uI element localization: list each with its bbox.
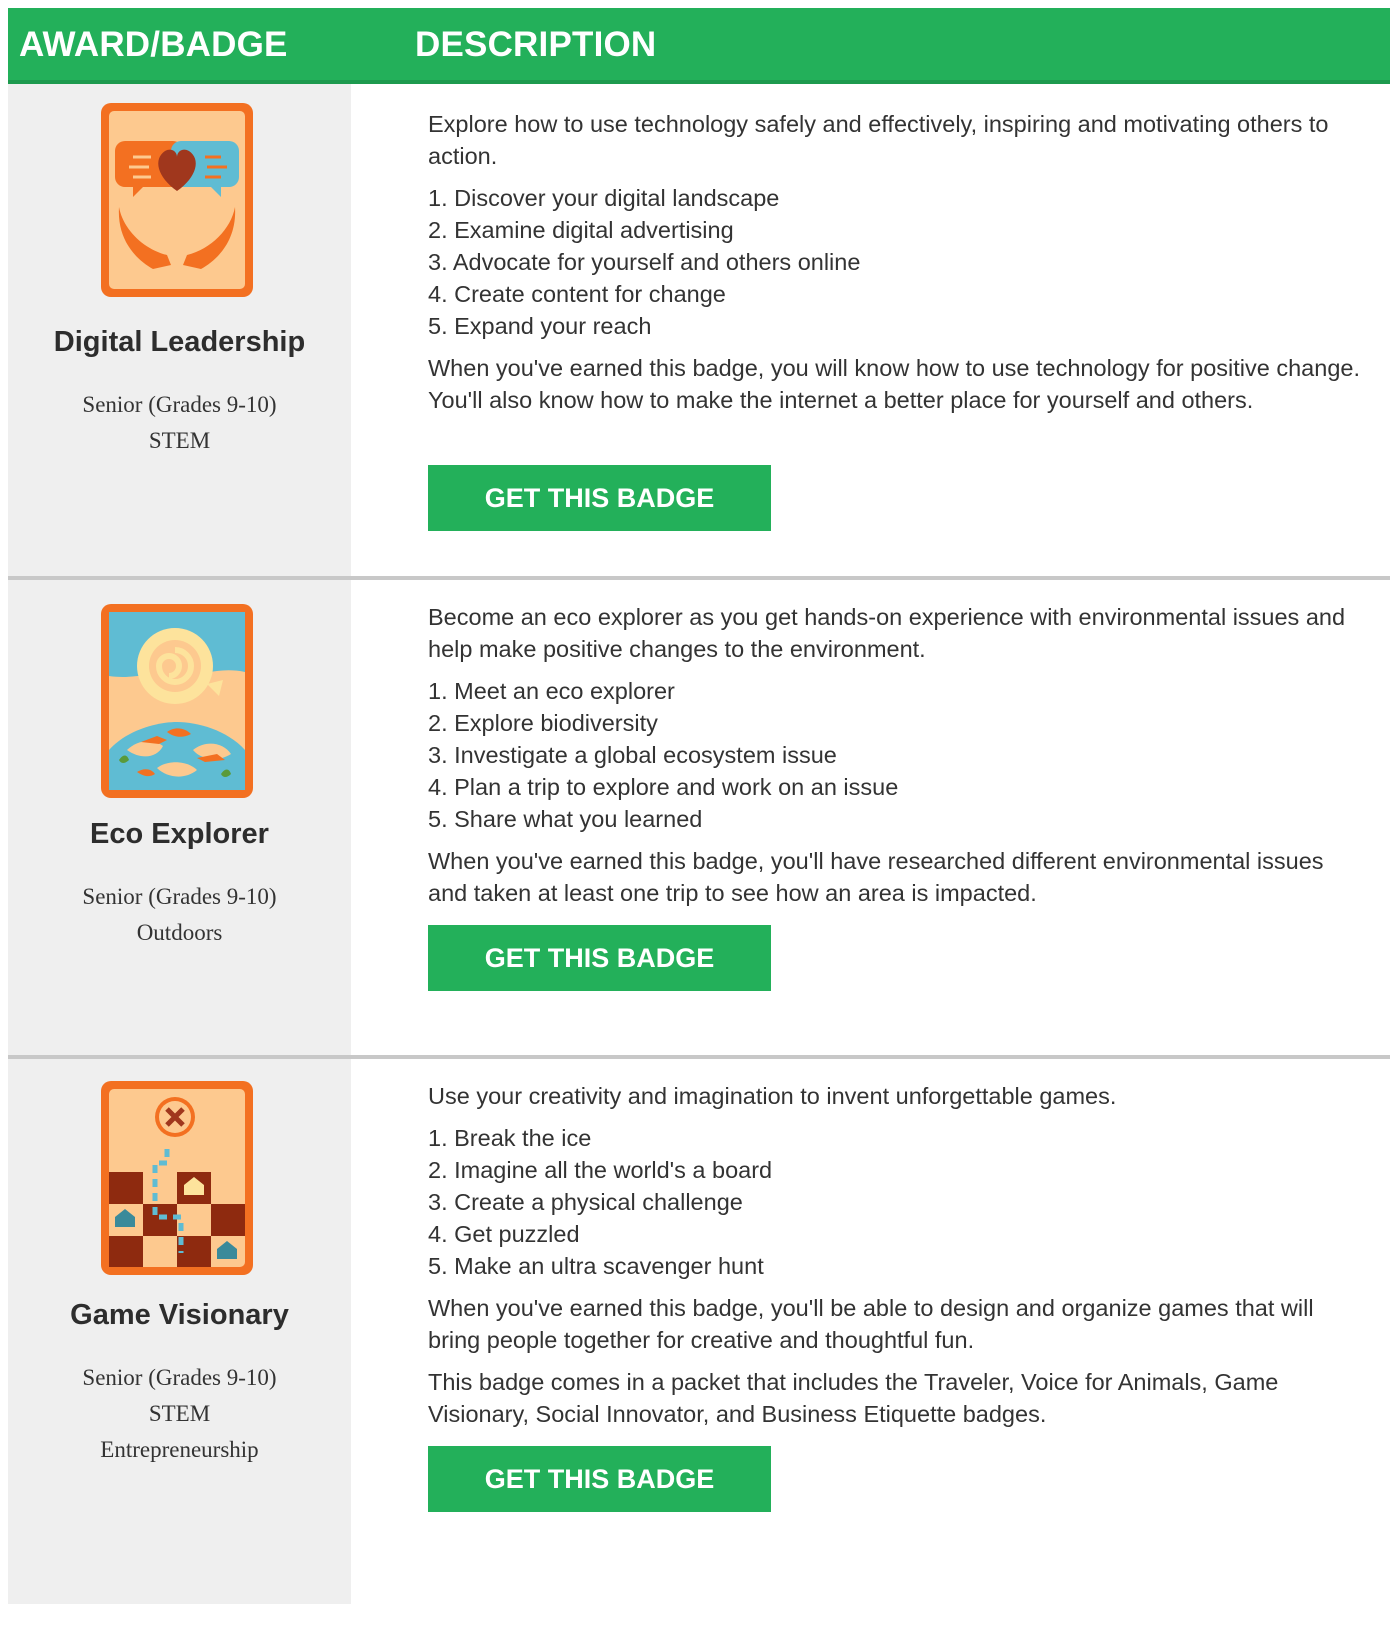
list-item: 4. Plan a trip to explore and work on an…	[428, 774, 899, 800]
list-item: 3. Investigate a global ecosystem issue	[428, 742, 837, 768]
list-item: 5. Make an ultra scavenger hunt	[428, 1253, 764, 1279]
badge-meta: Senior (Grades 9-10) STEM	[8, 387, 351, 459]
get-badge-button[interactable]: GET THIS BADGE	[428, 925, 771, 991]
list-item: 1. Break the ice	[428, 1125, 592, 1151]
get-badge-button[interactable]: GET THIS BADGE	[428, 1446, 771, 1512]
eco-explorer-badge-icon	[101, 604, 253, 798]
badge-steps: 1. Meet an eco explorer 2. Explore biodi…	[428, 675, 1368, 835]
list-item: 2. Examine digital advertising	[428, 217, 734, 243]
badge-meta: Senior (Grades 9-10) STEM Entrepreneursh…	[8, 1360, 351, 1468]
badge-category: STEM	[148, 1401, 211, 1426]
list-item: 1. Discover your digital landscape	[428, 185, 780, 211]
badge-outcome: When you've earned this badge, you will …	[428, 355, 1360, 381]
badge-name: Game Visionary	[70, 1299, 289, 1331]
badge-steps: 1. Break the ice 2. Imagine all the worl…	[428, 1122, 1368, 1282]
badge-outcome-extra: You'll also know how to make the interne…	[428, 387, 1254, 413]
badge-info-cell: Eco Explorer Senior (Grades 9-10) Outdoo…	[8, 580, 351, 1055]
list-item: 4. Get puzzled	[428, 1221, 580, 1247]
list-item: 4. Create content for change	[428, 281, 726, 307]
badge-level: Senior (Grades 9-10)	[82, 884, 277, 909]
badge-category: STEM	[148, 428, 211, 453]
badge-info-cell: Game Visionary Senior (Grades 9-10) STEM…	[8, 1059, 351, 1604]
list-item: 1. Meet an eco explorer	[428, 678, 675, 704]
list-item: 5. Share what you learned	[428, 806, 703, 832]
game-visionary-badge-icon	[101, 1081, 253, 1275]
badge-meta: Senior (Grades 9-10) Outdoors	[8, 879, 351, 951]
badge-steps: 1. Discover your digital landscape 2. Ex…	[428, 182, 1368, 342]
badge-level: Senior (Grades 9-10)	[82, 392, 277, 417]
get-badge-button[interactable]: GET THIS BADGE	[428, 465, 771, 531]
table-row: Digital Leadership Senior (Grades 9-10) …	[8, 84, 1390, 580]
badge-level: Senior (Grades 9-10)	[82, 1365, 277, 1390]
list-item: 3. Create a physical challenge	[428, 1189, 743, 1215]
badge-outcome: When you've earned this badge, you'll be…	[428, 1295, 1314, 1353]
badge-intro: Explore how to use technology safely and…	[428, 111, 1329, 169]
digital-leadership-badge-icon	[101, 103, 253, 297]
badge-intro: Become an eco explorer as you get hands-…	[428, 604, 1346, 662]
badge-name: Eco Explorer	[90, 818, 269, 850]
badge-note: This badge comes in a packet that includ…	[428, 1369, 1279, 1427]
table-header: AWARD/BADGE DESCRIPTION	[8, 8, 1390, 84]
badge-description-cell: Use your creativity and imagination to i…	[428, 1080, 1368, 1430]
badge-outcome: When you've earned this badge, you'll ha…	[428, 848, 1324, 906]
list-item: 5. Expand your reach	[428, 313, 652, 339]
header-description: DESCRIPTION	[415, 25, 657, 64]
badge-info-cell: Digital Leadership Senior (Grades 9-10) …	[8, 84, 351, 576]
list-item: 2. Imagine all the world's a board	[428, 1157, 773, 1183]
badge-category: Outdoors	[136, 920, 223, 945]
list-item: 3. Advocate for yourself and others onli…	[428, 249, 861, 275]
list-item: 2. Explore biodiversity	[428, 710, 658, 736]
badge-description-cell: Become an eco explorer as you get hands-…	[428, 601, 1368, 909]
badge-category: Entrepreneurship	[100, 1437, 259, 1462]
badge-table: AWARD/BADGE DESCRIPTION Digital Leadersh…	[8, 8, 1390, 1604]
badge-intro: Use your creativity and imagination to i…	[428, 1083, 1117, 1109]
badge-name: Digital Leadership	[53, 326, 306, 358]
table-row: Eco Explorer Senior (Grades 9-10) Outdoo…	[8, 580, 1390, 1059]
badge-description-cell: Explore how to use technology safely and…	[428, 108, 1368, 416]
header-award-badge: AWARD/BADGE	[19, 25, 288, 64]
table-row: Game Visionary Senior (Grades 9-10) STEM…	[8, 1059, 1390, 1604]
